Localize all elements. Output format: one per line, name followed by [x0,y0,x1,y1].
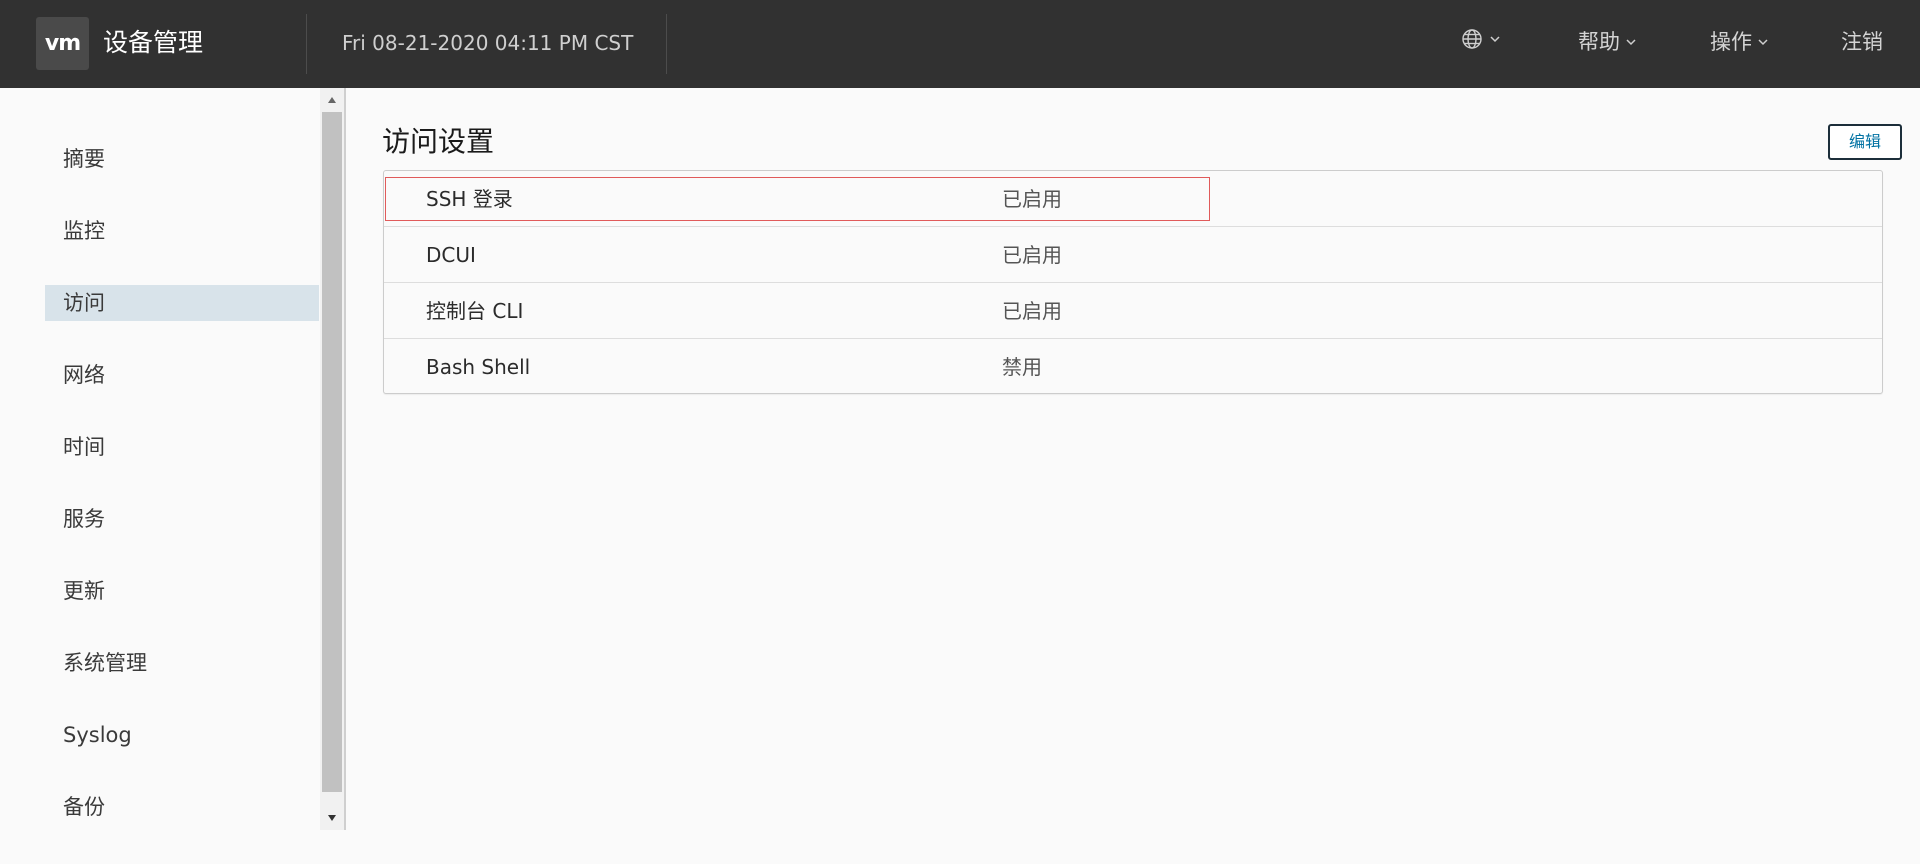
sidebar-item-syslog[interactable]: Syslog [45,717,319,753]
content-divider [344,88,346,830]
top-header: vm 设备管理 Fri 08-21-2020 04:11 PM CST 帮助 操… [0,0,1920,88]
sidebar-item-system-admin[interactable]: 系统管理 [45,645,319,681]
row-key: 控制台 CLI [426,299,524,323]
row-key: Bash Shell [426,355,531,379]
header-divider [306,14,307,74]
scroll-down-arrow-icon[interactable] [320,808,344,828]
sidebar-item-summary[interactable]: 摘要 [45,141,319,177]
row-value: 已启用 [1002,299,1062,323]
row-key: SSH 登录 [426,187,513,211]
header-divider [666,14,667,74]
sidebar-item-services[interactable]: 服务 [45,501,319,537]
sidebar-scrollbar[interactable] [320,88,344,830]
globe-icon [1460,27,1484,51]
scroll-up-arrow-icon[interactable] [320,90,344,110]
help-menu-label: 帮助 [1578,30,1620,54]
chevron-down-icon [1489,33,1501,45]
header-datetime: Fri 08-21-2020 04:11 PM CST [342,31,634,55]
table-row[interactable]: SSH 登录 已启用 [384,171,1882,227]
actions-menu-label: 操作 [1710,30,1752,54]
sidebar-item-backup[interactable]: 备份 [45,789,319,825]
chevron-down-icon [1625,36,1637,48]
app-title: 设备管理 [103,28,204,57]
page-title: 访问设置 [382,125,495,158]
table-row[interactable]: 控制台 CLI 已启用 [384,283,1882,339]
sidebar-item-updates[interactable]: 更新 [45,573,319,609]
access-settings-table: SSH 登录 已启用 DCUI 已启用 控制台 CLI 已启用 Bash She… [383,170,1883,394]
sidebar-item-network[interactable]: 网络 [45,357,319,393]
row-value: 禁用 [1002,355,1042,379]
actions-menu[interactable]: 操作 [1710,27,1769,57]
table-row[interactable]: DCUI 已启用 [384,227,1882,283]
row-value: 已启用 [1002,187,1062,211]
sidebar-item-access[interactable]: 访问 [45,285,319,321]
chevron-down-icon [1757,36,1769,48]
row-value: 已启用 [1002,243,1062,267]
table-row[interactable]: Bash Shell 禁用 [384,339,1882,395]
sidebar-nav: 摘要 监控 访问 网络 时间 服务 更新 系统管理 Syslog 备份 [0,88,320,830]
scrollbar-thumb[interactable] [322,112,342,792]
sidebar-item-time[interactable]: 时间 [45,429,319,465]
vmware-logo: vm [36,17,89,70]
edit-button[interactable]: 编辑 [1828,124,1902,160]
logout-link[interactable]: 注销 [1841,27,1883,57]
help-menu[interactable]: 帮助 [1578,27,1637,57]
row-key: DCUI [426,243,476,267]
sidebar-item-monitor[interactable]: 监控 [45,213,319,249]
language-menu[interactable] [1460,27,1501,51]
